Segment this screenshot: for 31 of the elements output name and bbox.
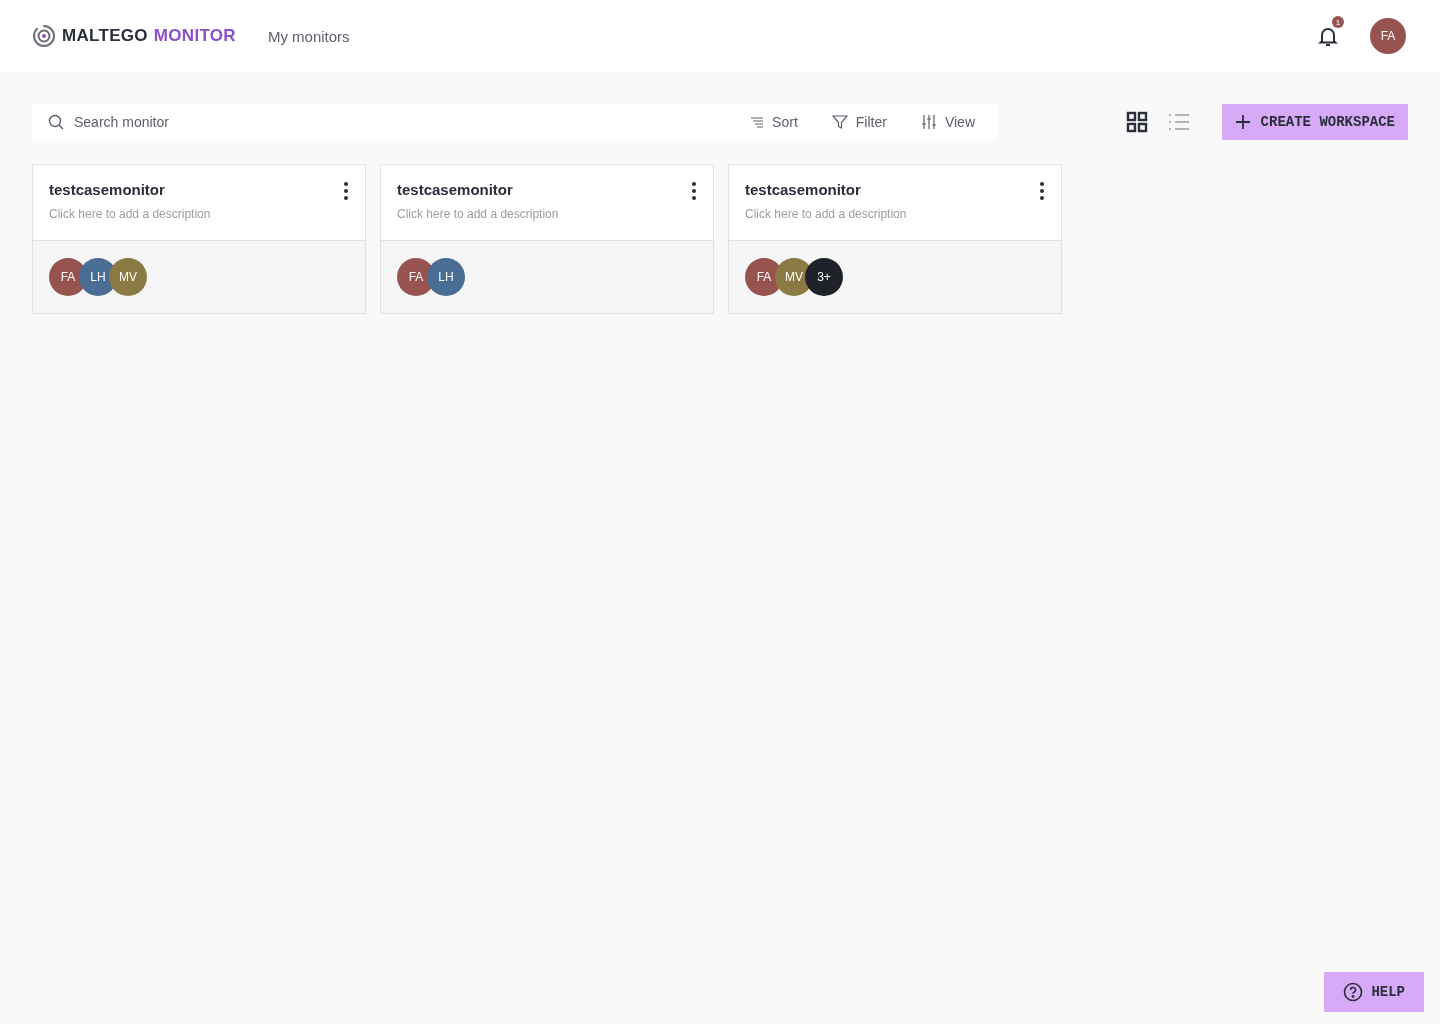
monitor-title: testcasemonitor: [49, 181, 166, 198]
help-button[interactable]: HELP: [1324, 972, 1424, 1012]
plus-icon: [1234, 114, 1251, 130]
create-workspace-button[interactable]: CREATE WORKSPACE: [1221, 104, 1408, 140]
logo-icon: [32, 24, 56, 48]
notification-badge: 1: [1332, 16, 1344, 28]
view-button[interactable]: View: [914, 113, 981, 131]
more-options-button[interactable]: [691, 181, 697, 201]
monitor-title: testcasemonitor: [397, 181, 514, 198]
monitor-title: testcasemonitor: [745, 181, 862, 198]
filter-icon: [831, 114, 848, 130]
monitor-card[interactable]: testcasemonitor Click here to add a description FA LH MV: [32, 164, 366, 314]
sort-button[interactable]: Sort: [744, 113, 804, 131]
search-field[interactable]: Search monitor Sort Filter View: [32, 104, 997, 140]
more-options-button[interactable]: [1039, 181, 1045, 201]
product-name: MONITOR: [153, 26, 236, 46]
search-icon: [48, 114, 64, 130]
sort-icon: [750, 116, 765, 128]
grid-view-button[interactable]: [1125, 111, 1148, 133]
member-avatar: 3+: [805, 258, 843, 296]
member-avatar: MV: [109, 258, 147, 296]
monitor-card[interactable]: testcasemonitor Click here to add a description FA MV 3+: [728, 164, 1062, 314]
more-options-button[interactable]: [343, 181, 349, 201]
user-avatar[interactable]: FA: [1370, 18, 1406, 54]
nav-link[interactable]: My monitors: [267, 27, 350, 45]
member-avatar: LH: [427, 258, 465, 296]
sliders-icon: [920, 114, 937, 130]
filter-button[interactable]: Filter: [825, 113, 893, 131]
monitor-card[interactable]: testcasemonitor Click here to add a description FA LH: [380, 164, 714, 314]
brand-name: MALTEGO: [62, 26, 148, 46]
help-icon: [1343, 982, 1364, 1002]
